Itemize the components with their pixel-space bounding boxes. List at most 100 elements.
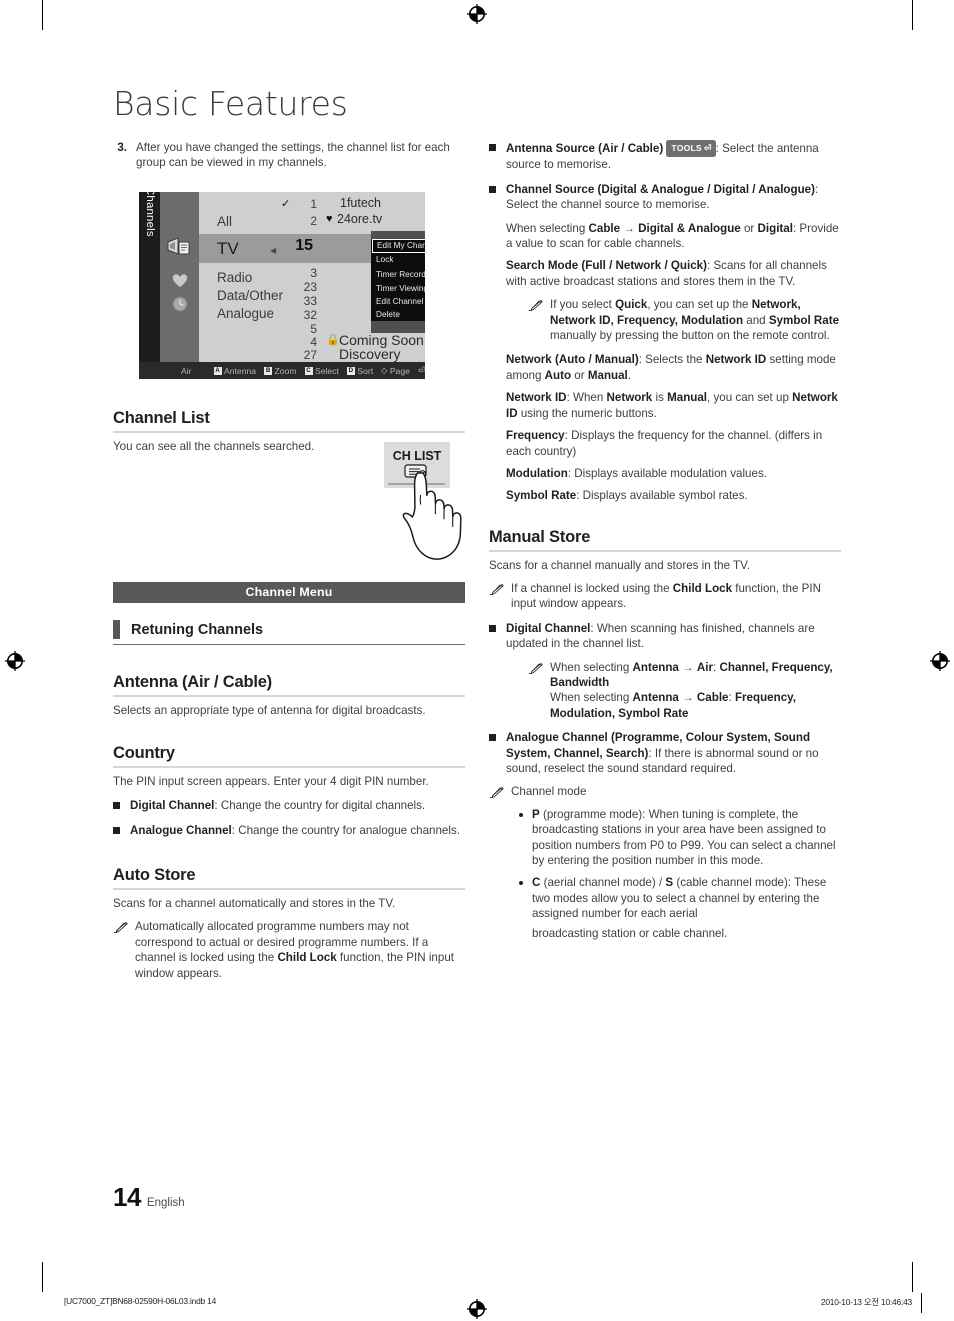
crop-mark-bottom-right (912, 1262, 914, 1292)
tv-channel-number[interactable]: 3 (293, 266, 317, 280)
tv-menu-scroll-down-icon[interactable]: ▼ (371, 321, 425, 334)
tv-channel-number[interactable]: 32 (293, 308, 317, 322)
tv-channel-number[interactable]: 33 (293, 294, 317, 308)
tv-group-tv[interactable]: TV (217, 239, 239, 259)
channel-mode-p: P (programme mode): When tuning is compl… (532, 807, 841, 869)
b1: Network ID (705, 353, 767, 367)
label: Zoom (274, 365, 297, 376)
right-column: Antenna Source (Air / Cable) TOOLS ⏎: Sel… (489, 140, 841, 941)
auto-store-note: Automatically allocated programme number… (135, 919, 465, 981)
tv-group-radio[interactable]: Radio (217, 270, 252, 285)
l2-b2: Cable (696, 691, 729, 705)
b2: Manual (667, 391, 708, 405)
pre: If you select (550, 298, 616, 312)
pre: When selecting (506, 221, 589, 235)
tv-key-select[interactable]: C Select (304, 365, 339, 376)
tv-channel-number[interactable]: 15 (289, 237, 313, 255)
clock-icon[interactable] (166, 292, 194, 316)
tv-channel-name[interactable]: 1futech (340, 196, 381, 210)
tv-group-data[interactable]: Data/Other (217, 288, 283, 303)
term: Modulation (506, 466, 568, 480)
list-item: Digital Channel: Change the country for … (113, 798, 465, 813)
registration-mark-left (4, 650, 26, 672)
manual-store-body: Scans for a channel manually and stores … (489, 558, 751, 572)
page-number: 14 (113, 1182, 141, 1212)
tv-menu-item-timer-recording[interactable]: Timer Recording (371, 266, 425, 281)
key-a-icon: A (213, 366, 222, 375)
b3: Digital (757, 221, 793, 235)
tv-channel-number[interactable]: 2 (293, 214, 317, 228)
quick-note: If you select Quick, you can set up the … (550, 297, 841, 343)
term: Frequency (506, 429, 565, 443)
tv-key-sort[interactable]: D Sort (346, 366, 373, 376)
tv-menu-item-lock[interactable]: Lock (371, 253, 425, 266)
post: manually by pressing the button on the r… (550, 329, 830, 343)
square-bullet-icon (489, 185, 496, 193)
divider (113, 766, 465, 769)
search-mode-line: Search Mode (Full / Network / Quick): Sc… (506, 258, 841, 289)
tv-group-pointer-icon: ◀ (270, 246, 277, 255)
tv-group-all[interactable]: All (217, 214, 232, 229)
crop-mark-top-right (912, 0, 914, 30)
text: (aerial channel mode) / (540, 876, 666, 890)
step-number: 3. (117, 141, 127, 154)
b2: Auto (544, 368, 572, 382)
tv-channel-list-screenshot: Channels All TV Radio Data/Other Analogu… (139, 192, 425, 379)
tv-channel-number[interactable]: 1 (293, 197, 317, 211)
b1: Cable (588, 221, 621, 235)
tv-key-zoom[interactable]: B Zoom (264, 365, 297, 376)
list-item: Analogue Channel: Change the country for… (113, 823, 465, 838)
mid1: , you can set up the (647, 298, 752, 312)
tv-content-area: All TV Radio Data/Other Analogue ◀ ✓ 1 2… (199, 192, 425, 362)
term: Channel Source (Digital & Analogue / Dig… (506, 182, 815, 196)
tv-menu-item-timer-viewing[interactable]: Timer Viewing (371, 281, 425, 294)
label: Select (315, 365, 339, 376)
tv-channel-number[interactable]: 27 (293, 348, 317, 362)
tv-channel-number[interactable]: 4 (293, 335, 317, 349)
tv-lock-icon: 🔒 (326, 334, 340, 346)
page-number-block: 14 English (113, 1182, 185, 1213)
svg-text:CH LIST: CH LIST (393, 449, 442, 463)
term: Network (Auto / Manual) (506, 353, 639, 367)
pre: If a channel is locked using the (511, 581, 673, 595)
heart-icon[interactable] (166, 268, 194, 292)
tv-key-tools[interactable]: ⏎Tools (418, 365, 425, 376)
text3: broadcasting station or cable channel. (532, 926, 728, 940)
page-title: Basic Features (113, 84, 348, 123)
tv-menu-item-edit-channel-number[interactable]: Edit Channel Number (371, 295, 425, 308)
up-down-arrow-icon: ◇ (381, 366, 388, 375)
arrow-icon: → (620, 221, 639, 235)
channel-menu-bar: Channel Menu (113, 582, 465, 604)
tv-menu-item-delete[interactable]: Delete (371, 308, 425, 321)
registration-mark-right (929, 650, 951, 672)
tv-channel-name[interactable]: 24ore.tv (337, 212, 382, 226)
key-c-icon: C (304, 366, 313, 375)
term: Antenna Source (Air / Cable) (506, 142, 664, 155)
tv-channel-name[interactable]: Discovery (339, 346, 400, 362)
label: Page (389, 365, 410, 376)
page-language: English (146, 1197, 185, 1209)
tv-icon[interactable] (166, 236, 194, 260)
tools-badge-label: TOOLS (671, 143, 702, 153)
note: Channel mode (489, 784, 841, 799)
tv-group-analogue[interactable]: Analogue (217, 306, 274, 321)
list-item: C (aerial channel mode) / S (cable chann… (519, 875, 841, 941)
tv-key-antenna[interactable]: A Antenna (213, 366, 256, 376)
note: If you select Quick, you can set up the … (528, 297, 841, 343)
tv-menu-item-edit-my-channels[interactable]: Edit My Channels (372, 239, 425, 253)
term: Analogue Channel (130, 823, 232, 837)
pencil-note-icon (113, 921, 128, 934)
tv-channel-number[interactable]: 23 (293, 280, 317, 294)
arrow-icon: → (678, 691, 697, 705)
desc: Change the country for digital channels. (217, 799, 426, 813)
tv-source-label: Air (181, 365, 192, 376)
tv-key-legend-bar: Air A Antenna B Zoom C Select D Sort ◇ Page ⏎… (139, 362, 425, 379)
tv-sidebar: Channels (139, 192, 160, 362)
list-item: Analogue Channel (Programme, Colour Syst… (489, 730, 841, 776)
term: Symbol Rate (506, 489, 577, 503)
auto-store-heading: Auto Store (113, 866, 196, 885)
code2: S (665, 876, 674, 890)
channel-list-heading: Channel List (113, 408, 210, 427)
tv-channel-number[interactable]: 5 (293, 322, 317, 336)
tv-key-page[interactable]: ◇ Page (381, 366, 410, 376)
